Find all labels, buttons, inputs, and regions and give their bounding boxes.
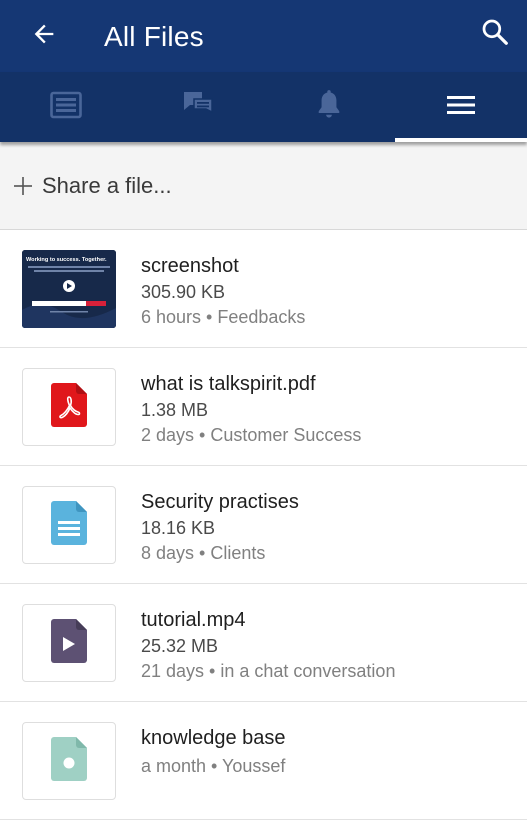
tab-news-feed[interactable]	[0, 72, 132, 142]
file-size: 25.32 MB	[141, 636, 219, 656]
share-file-label: Share a file...	[42, 172, 172, 198]
search-icon	[480, 17, 510, 52]
file-size: 305.90 KB	[141, 282, 226, 302]
plus-icon	[14, 176, 32, 195]
file-name: tutorial.mp4	[141, 609, 246, 631]
menu-icon	[446, 94, 476, 121]
search-button[interactable]	[475, 14, 515, 54]
file-meta: a month • Youssef	[141, 756, 286, 776]
generic-file-icon	[51, 736, 87, 786]
news-feed-icon	[50, 91, 82, 124]
file-name: knowledge base	[141, 727, 286, 749]
file-thumbnail	[22, 604, 116, 682]
file-meta: 21 days • in a chat conversation	[141, 661, 396, 681]
file-thumbnail	[22, 722, 116, 800]
file-item-video[interactable]: tutorial.mp4 25.32 MB 21 days • in a cha…	[0, 584, 527, 702]
tab-notifications[interactable]	[264, 72, 396, 142]
video-file-icon	[51, 618, 87, 668]
file-item-pdf[interactable]: what is talkspirit.pdf 1.38 MB 2 days • …	[0, 348, 527, 466]
app-screen: All Files Share a file... Working to suc…	[0, 0, 527, 834]
file-name: Security practises	[141, 491, 299, 513]
file-item-document[interactable]: Security practises 18.16 KB 8 days • Cli…	[0, 466, 527, 584]
tab-chat[interactable]	[132, 72, 264, 142]
file-size: 18.16 KB	[141, 518, 216, 538]
file-item-screenshot[interactable]: Working to success. Together. screenshot…	[0, 230, 527, 348]
bell-icon	[315, 89, 343, 126]
page-title: All Files	[104, 21, 204, 52]
file-size: 1.38 MB	[141, 400, 209, 420]
image-thumbnail: Working to success. Together.	[22, 250, 116, 328]
file-meta: 8 days • Clients	[141, 543, 266, 563]
file-name: what is talkspirit.pdf	[141, 373, 316, 395]
app-bar: All Files	[0, 0, 527, 72]
pdf-file-icon	[51, 382, 87, 432]
tab-bar	[0, 72, 527, 142]
tab-menu[interactable]	[395, 72, 527, 142]
back-button[interactable]	[24, 16, 64, 56]
file-name: screenshot	[141, 255, 239, 277]
thumbnail-caption: Working to success. Together.	[26, 257, 107, 263]
share-file-button[interactable]: Share a file...	[0, 142, 527, 230]
chat-bubbles-icon	[182, 90, 214, 125]
file-thumbnail	[22, 486, 116, 564]
file-list: Working to success. Together. screenshot…	[0, 230, 527, 820]
document-file-icon	[51, 500, 87, 550]
file-thumbnail	[22, 368, 116, 446]
arrow-left-icon	[30, 20, 58, 53]
file-item-generic[interactable]: knowledge base a month • Youssef	[0, 702, 527, 820]
file-meta: 6 hours • Feedbacks	[141, 307, 306, 327]
file-meta: 2 days • Customer Success	[141, 425, 362, 445]
